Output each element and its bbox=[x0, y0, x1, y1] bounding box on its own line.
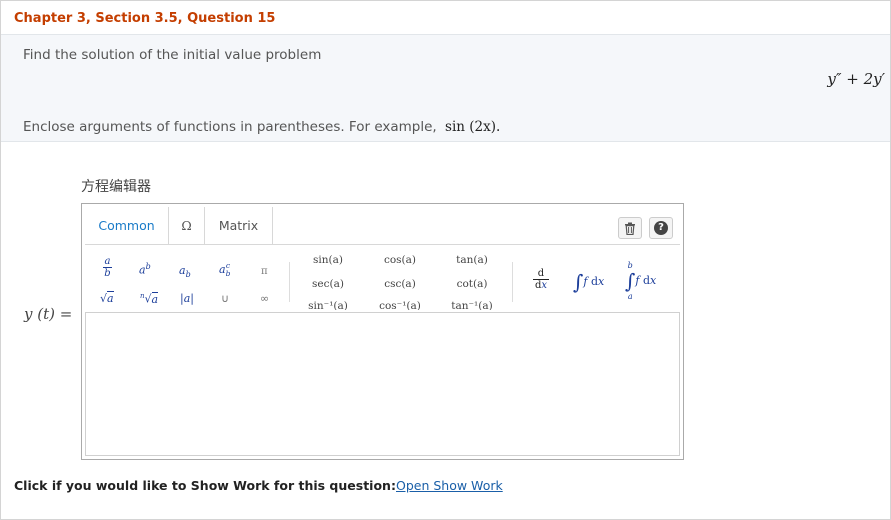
question-title: Chapter 3, Section 3.5, Question 15 bbox=[14, 11, 276, 26]
nth-root-button[interactable]: n√a bbox=[140, 291, 159, 306]
question-prompt: Find the solution of the initial value p… bbox=[23, 47, 322, 63]
definite-integral-button[interactable]: b ∫ a f dx bbox=[625, 260, 656, 302]
tan-button[interactable]: tan(a) bbox=[447, 254, 497, 266]
csc-button[interactable]: csc(a) bbox=[375, 278, 425, 290]
sec-button[interactable]: sec(a) bbox=[303, 278, 353, 290]
arctan-button[interactable]: tan⁻¹(a) bbox=[447, 300, 497, 310]
editor-tab-bar: Common Ω Matrix ? bbox=[85, 207, 680, 245]
infinity-button[interactable]: ∞ bbox=[260, 292, 269, 305]
arccos-button[interactable]: cos⁻¹(a) bbox=[375, 300, 425, 310]
sub-superscript-button[interactable]: ac b bbox=[219, 262, 230, 278]
derivative-button[interactable]: d dx bbox=[533, 268, 549, 291]
union-button[interactable]: ∪ bbox=[221, 292, 229, 305]
arcsin-button[interactable]: sin⁻¹(a) bbox=[303, 300, 353, 310]
help-button[interactable]: ? bbox=[649, 217, 673, 239]
subscript-button[interactable]: ab bbox=[179, 264, 191, 279]
tab-greek[interactable]: Ω bbox=[169, 207, 205, 245]
answer-label: y (t) = bbox=[24, 305, 73, 323]
cos-button[interactable]: cos(a) bbox=[375, 254, 425, 266]
integral-button[interactable]: ∫f dx bbox=[573, 270, 604, 294]
equation-editor-title: 方程编辑器 bbox=[81, 179, 151, 195]
equation-editor: Common Ω Matrix ? a b ab ab ac b π √a n√… bbox=[81, 203, 684, 460]
abs-button[interactable]: |a| bbox=[180, 292, 194, 305]
help-icon: ? bbox=[654, 221, 668, 235]
hint-text: Enclose arguments of functions in parent… bbox=[23, 119, 500, 135]
sqrt-button[interactable]: √a bbox=[100, 291, 114, 305]
sin-button[interactable]: sin(a) bbox=[303, 254, 353, 266]
palette-divider bbox=[512, 262, 513, 302]
open-show-work-link[interactable]: Open Show Work bbox=[396, 478, 503, 493]
answer-input[interactable] bbox=[85, 312, 680, 456]
ivp-equation: y″ + 2y′ bbox=[827, 70, 885, 88]
trash-button[interactable] bbox=[618, 217, 642, 239]
tab-common[interactable]: Common bbox=[85, 207, 169, 245]
power-button[interactable]: ab bbox=[139, 262, 151, 277]
trash-icon bbox=[625, 222, 635, 235]
cot-button[interactable]: cot(a) bbox=[447, 278, 497, 290]
palette-divider bbox=[289, 262, 290, 302]
pi-button[interactable]: π bbox=[261, 266, 268, 277]
symbol-palette: a b ab ab ac b π √a n√a |a| ∪ ∞ sin(a) co… bbox=[85, 248, 680, 310]
show-work-prompt: Click if you would like to Show Work for… bbox=[14, 478, 396, 493]
tab-matrix[interactable]: Matrix bbox=[205, 207, 273, 245]
hint-example: sin (2x). bbox=[445, 119, 501, 135]
fraction-button[interactable]: a b bbox=[103, 256, 112, 279]
hint-label: Enclose arguments of functions in parent… bbox=[23, 119, 437, 135]
